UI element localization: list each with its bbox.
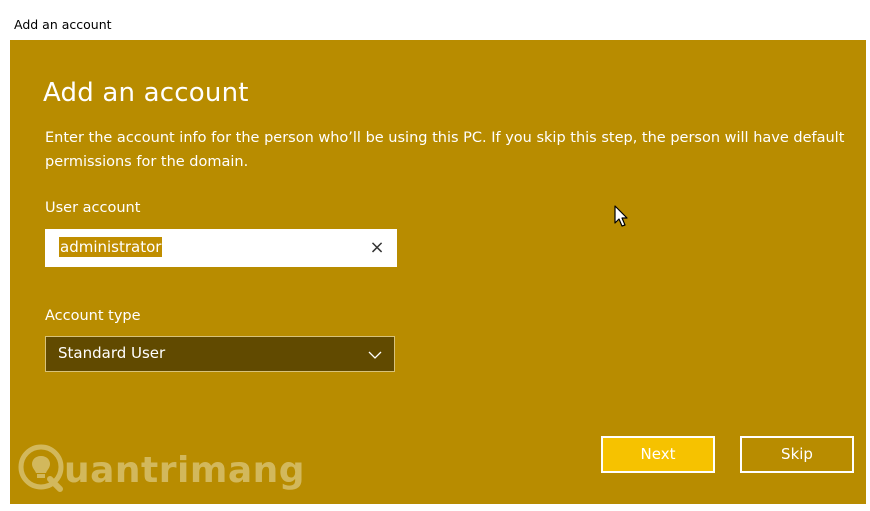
user-account-input[interactable]: administrator × [45, 229, 397, 267]
user-account-value[interactable]: administrator [59, 237, 163, 257]
window-bottom-edge [10, 504, 866, 511]
next-button[interactable]: Next [601, 436, 715, 473]
user-account-label: User account [45, 200, 141, 216]
account-type-label: Account type [45, 308, 141, 324]
page-title: Add an account [43, 78, 249, 108]
title-bar: Add an account [0, 0, 866, 40]
clear-icon[interactable]: × [369, 238, 385, 258]
lightbulb-q-logo-icon [18, 444, 64, 492]
account-type-selected: Standard User [58, 344, 166, 362]
window-title: Add an account [14, 17, 112, 32]
chevron-down-icon [368, 351, 382, 359]
description-text: Enter the account info for the person wh… [45, 130, 845, 170]
watermark-text: uantrimang [64, 449, 306, 491]
account-type-dropdown[interactable]: Standard User [45, 336, 395, 372]
dialog-content: Add an account Enter the account info fo… [10, 40, 866, 504]
watermark: uantrimang [16, 438, 305, 498]
mouse-cursor-icon [614, 205, 628, 227]
skip-button[interactable]: Skip [740, 436, 854, 473]
add-account-window: Add an account Add an account Enter the … [0, 0, 866, 511]
